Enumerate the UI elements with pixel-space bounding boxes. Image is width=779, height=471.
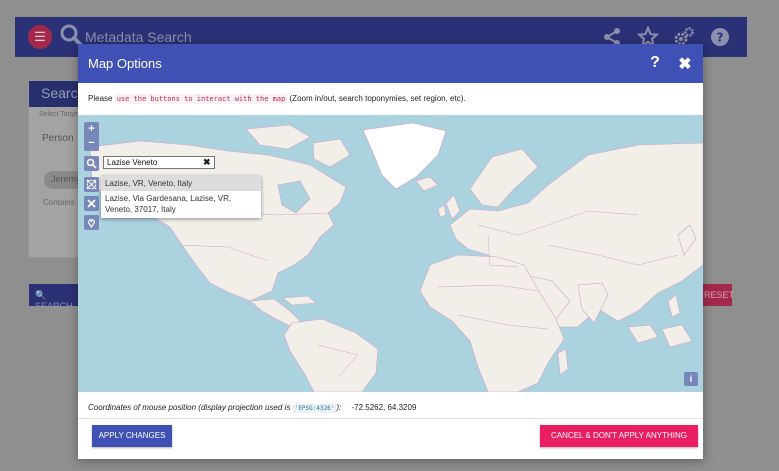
clear-region-icon[interactable] xyxy=(84,196,99,211)
world-map[interactable]: + − Lazise Veneto ✖ Lazise, VR, Veneto, … xyxy=(78,115,703,392)
hamburger-menu-icon[interactable]: ☰ xyxy=(28,25,52,49)
search-button[interactable]: 🔍 SEARCH xyxy=(29,284,79,311)
app-title: Metadata Search xyxy=(85,29,192,45)
footer-divider xyxy=(78,418,703,419)
toponym-search-input[interactable]: Lazise Veneto xyxy=(103,156,215,169)
map-options-dialog: Map Options ? ✖ Please use the buttons t… xyxy=(78,44,703,459)
dialog-title: Map Options xyxy=(88,56,162,71)
cancel-button[interactable]: CANCEL & DON'T APPLY ANYTHING xyxy=(540,425,698,447)
search-panel-title: Search xyxy=(29,81,85,107)
coords-label-end: ): xyxy=(336,403,342,412)
coords-label: Coordinates of mouse position (display p… xyxy=(88,403,291,412)
instructions-code: use the buttons to interact with the map xyxy=(114,94,288,104)
instructions-prefix: Please xyxy=(88,94,113,103)
attribution-info-button[interactable]: i xyxy=(684,372,698,386)
apply-changes-button[interactable]: APPLY CHANGES xyxy=(92,425,172,447)
help-icon[interactable]: ? xyxy=(709,26,731,48)
search-suggestions: Lazise, VR, Veneto, Italy Lazise, Via Ga… xyxy=(101,176,261,218)
clear-search-button[interactable]: ✖ xyxy=(203,157,211,168)
reset-button[interactable]: RESET xyxy=(700,284,734,306)
mouse-coordinates: Coordinates of mouse position (display p… xyxy=(88,403,417,413)
contains-label: Contains xyxy=(43,198,75,207)
zoom-in-button[interactable]: + xyxy=(84,122,99,137)
target-select[interactable]: Person xyxy=(42,133,74,144)
coords-value: -72.5262, 64.3209 xyxy=(351,403,417,412)
instructions-suffix: (Zoom in/out, search toponymies, set reg… xyxy=(289,94,466,103)
suggestion-item[interactable]: Lazise, Via Gardesana, Lazise, VR, Venet… xyxy=(101,191,261,217)
close-button[interactable]: ✖ xyxy=(678,54,692,73)
instructions-text: Please use the buttons to interact with … xyxy=(88,94,466,104)
select-target-label: Select Target xyxy=(39,111,80,118)
search-button-label: SEARCH xyxy=(35,301,73,311)
search-panel: Search Select Target Person Jeremy Conta… xyxy=(28,80,85,258)
coords-projection: 'EPSG:4326' xyxy=(292,404,337,413)
zoom-out-button[interactable]: − xyxy=(84,136,99,151)
help-button[interactable]: ? xyxy=(648,54,662,72)
search-icon[interactable] xyxy=(84,156,99,171)
location-pin-icon[interactable] xyxy=(84,215,99,230)
suggestion-item[interactable]: Lazise, VR, Veneto, Italy xyxy=(101,176,261,191)
svg-text:?: ? xyxy=(717,31,724,45)
region-select-icon[interactable] xyxy=(84,177,99,192)
dialog-header: Map Options ? ✖ xyxy=(78,44,703,83)
